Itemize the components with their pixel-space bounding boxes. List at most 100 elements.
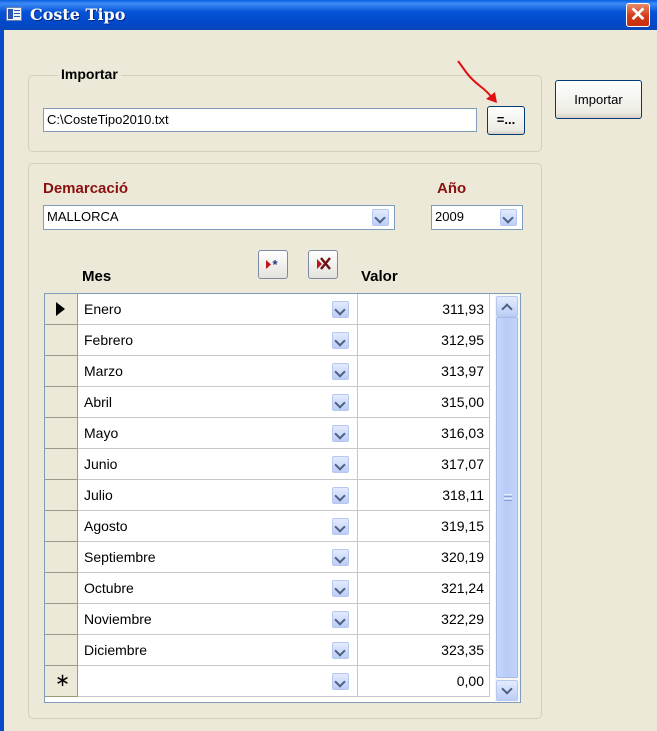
row-selector[interactable] xyxy=(45,294,78,325)
valor-value: 320,19 xyxy=(441,549,484,565)
row-selector[interactable] xyxy=(45,635,78,666)
chevron-down-icon[interactable] xyxy=(332,518,349,535)
months-table: Enero 311,93 Febrero 312,95 Marzo 313,97 Abril… xyxy=(44,293,521,703)
mes-combo[interactable]: Agosto xyxy=(78,511,358,542)
mes-combo[interactable]: Julio xyxy=(78,480,358,511)
scroll-down-button[interactable] xyxy=(496,680,518,701)
chevron-down-icon[interactable] xyxy=(332,487,349,504)
mes-value: Enero xyxy=(84,301,122,317)
table-row[interactable]: Noviembre 322,29 xyxy=(45,604,520,635)
chevron-down-icon[interactable] xyxy=(332,456,349,473)
table-row[interactable]: Octubre 321,24 xyxy=(45,573,520,604)
valor-cell[interactable]: 316,03 xyxy=(358,418,490,449)
chevron-down-icon[interactable] xyxy=(332,549,349,566)
window-border xyxy=(0,30,4,731)
chevron-down-icon[interactable] xyxy=(332,580,349,597)
table-row[interactable]: Marzo 313,97 xyxy=(45,356,520,387)
delete-record-button[interactable] xyxy=(308,250,338,279)
browse-file-button[interactable]: =... xyxy=(487,106,525,135)
table-row[interactable]: Mayo 316,03 xyxy=(45,418,520,449)
mes-value: Noviembre xyxy=(84,611,152,627)
row-selector[interactable]: ∗ xyxy=(45,666,78,697)
mes-value: Septiembre xyxy=(84,549,156,565)
vertical-scrollbar[interactable] xyxy=(495,294,520,702)
row-selector[interactable] xyxy=(45,325,78,356)
import-button[interactable]: Importar xyxy=(555,80,642,119)
table-row[interactable]: Junio 317,07 xyxy=(45,449,520,480)
row-selector[interactable] xyxy=(45,511,78,542)
mes-value: Octubre xyxy=(84,580,134,596)
mes-value: Junio xyxy=(84,456,118,472)
valor-value: 319,15 xyxy=(441,518,484,534)
chevron-down-icon[interactable] xyxy=(332,425,349,442)
mes-combo[interactable]: Octubre xyxy=(78,573,358,604)
chevron-down-icon[interactable] xyxy=(500,209,517,226)
add-record-button[interactable]: * xyxy=(258,250,288,279)
scrollbar-thumb[interactable] xyxy=(496,317,518,678)
close-button[interactable]: ✕ xyxy=(626,3,650,27)
mes-combo[interactable]: Noviembre xyxy=(78,604,358,635)
chevron-down-icon[interactable] xyxy=(332,611,349,628)
valor-value: 0,00 xyxy=(456,673,484,689)
chevron-down-icon[interactable] xyxy=(332,301,349,318)
row-selector[interactable] xyxy=(45,418,78,449)
ano-select[interactable]: 2009 xyxy=(431,205,523,230)
delete-record-icon xyxy=(317,257,331,270)
valor-cell[interactable]: 317,07 xyxy=(358,449,490,480)
valor-cell[interactable]: 0,00 xyxy=(358,666,490,697)
chevron-down-icon[interactable] xyxy=(372,209,389,226)
valor-value: 315,00 xyxy=(441,394,484,410)
demarcacion-value: MALLORCA xyxy=(47,209,119,224)
row-selector[interactable] xyxy=(45,573,78,604)
scroll-up-button[interactable] xyxy=(496,296,518,317)
mes-combo[interactable]: Febrero xyxy=(78,325,358,356)
table-row[interactable]: Septiembre 320,19 xyxy=(45,542,520,573)
valor-cell[interactable]: 313,97 xyxy=(358,356,490,387)
chevron-down-icon[interactable] xyxy=(332,642,349,659)
mes-combo[interactable]: Mayo xyxy=(78,418,358,449)
new-record-icon: * xyxy=(266,257,279,272)
valor-cell[interactable]: 315,00 xyxy=(358,387,490,418)
mes-combo[interactable]: Enero xyxy=(78,294,358,325)
valor-cell[interactable]: 319,15 xyxy=(358,511,490,542)
mes-value: Julio xyxy=(84,487,113,503)
valor-cell[interactable]: 322,29 xyxy=(358,604,490,635)
row-selector[interactable] xyxy=(45,387,78,418)
table-row[interactable]: Agosto 319,15 xyxy=(45,511,520,542)
mes-combo[interactable]: Marzo xyxy=(78,356,358,387)
mes-value: Mayo xyxy=(84,425,119,441)
row-selector[interactable] xyxy=(45,604,78,635)
valor-cell[interactable]: 311,93 xyxy=(358,294,490,325)
valor-cell[interactable]: 320,19 xyxy=(358,542,490,573)
demarcacion-select[interactable]: MALLORCA xyxy=(43,205,395,230)
chevron-down-icon[interactable] xyxy=(332,673,349,690)
chevron-down-icon[interactable] xyxy=(332,394,349,411)
column-header-valor: Valor xyxy=(361,268,398,285)
row-selector[interactable] xyxy=(45,449,78,480)
new-record-row[interactable]: ∗ 0,00 xyxy=(45,666,520,697)
mes-combo[interactable]: Junio xyxy=(78,449,358,480)
mes-combo[interactable]: Diciembre xyxy=(78,635,358,666)
table-row[interactable]: Febrero 312,95 xyxy=(45,325,520,356)
column-header-mes: Mes xyxy=(82,268,112,285)
file-path-input[interactable]: C:\CosteTipo2010.txt xyxy=(43,108,477,132)
row-selector[interactable] xyxy=(45,542,78,573)
row-selector[interactable] xyxy=(45,356,78,387)
table-row[interactable]: Diciembre 323,35 xyxy=(45,635,520,666)
mes-value: Marzo xyxy=(84,363,123,379)
red-arrow-annotation xyxy=(457,60,497,103)
valor-cell[interactable]: 312,95 xyxy=(358,325,490,356)
mes-combo[interactable] xyxy=(78,666,358,697)
valor-cell[interactable]: 318,11 xyxy=(358,480,490,511)
row-selector[interactable] xyxy=(45,480,78,511)
table-row[interactable]: Abril 315,00 xyxy=(45,387,520,418)
table-row[interactable]: Enero 311,93 xyxy=(45,294,520,325)
mes-combo[interactable]: Abril xyxy=(78,387,358,418)
grip-icon xyxy=(504,494,512,495)
valor-cell[interactable]: 323,35 xyxy=(358,635,490,666)
valor-cell[interactable]: 321,24 xyxy=(358,573,490,604)
mes-combo[interactable]: Septiembre xyxy=(78,542,358,573)
chevron-down-icon[interactable] xyxy=(332,363,349,380)
chevron-down-icon[interactable] xyxy=(332,332,349,349)
table-row[interactable]: Julio 318,11 xyxy=(45,480,520,511)
